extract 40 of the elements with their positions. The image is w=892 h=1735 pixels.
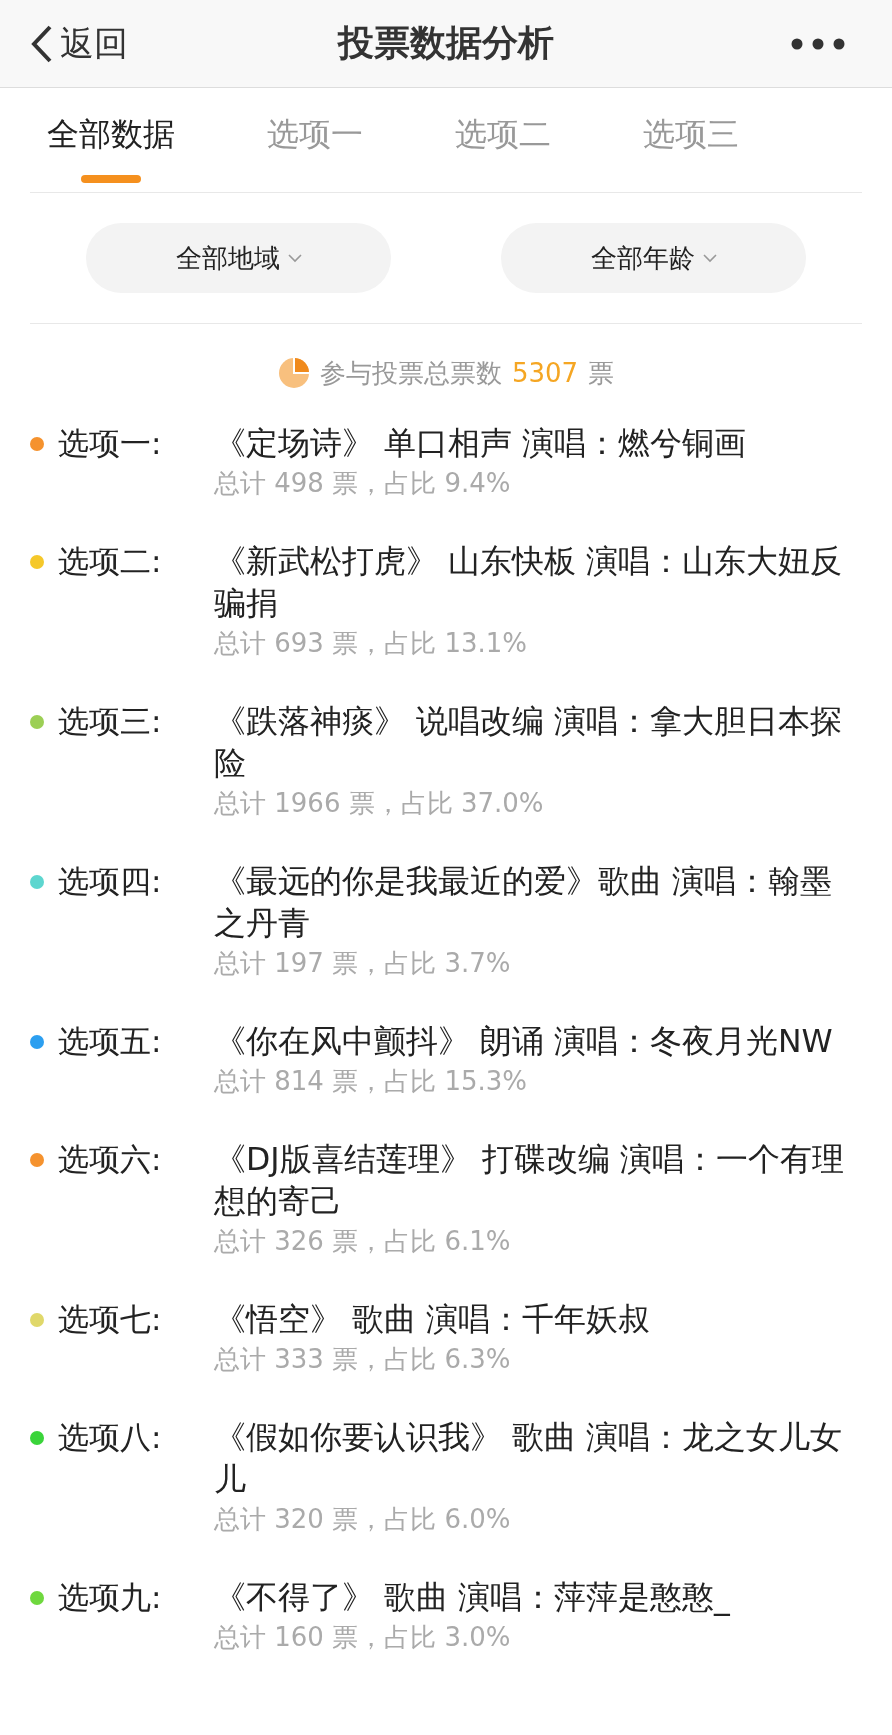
option-stats: 总计 693 票，占比 13.1% [214, 627, 528, 660]
filter-dropdown[interactable]: 全部地域 [86, 223, 391, 293]
option-stats: 总计 320 票，占比 6.0% [214, 1503, 512, 1536]
option-stats: 总计 197 票，占比 3.7% [214, 947, 512, 980]
option-title: 《新武松打虎》 山东快板 演唱：山东大妞反骗捐 [214, 542, 844, 623]
option-title: 《定场诗》 单口相声 演唱：燃兮铜画 [214, 424, 748, 463]
option-label: 选项三: [58, 702, 163, 741]
option-label: 选项五: [58, 1022, 163, 1061]
summary-label: 参与投票总票数 [319, 356, 502, 390]
option-title: 《DJ版喜结莲理》 打碟改编 演唱：一个有理想的寄己 [214, 1140, 845, 1221]
filter-dropdown[interactable]: 全部年龄 [501, 223, 806, 293]
option-title: 《假如你要认识我》 歌曲 演唱：龙之女儿女儿 [214, 1418, 844, 1499]
vote-unit: 票 [588, 356, 615, 390]
vote-total: 5307 [511, 358, 579, 388]
more-icon[interactable] [790, 36, 846, 51]
pie-chart-icon [277, 357, 310, 389]
option-title: 《最远的你是我最近的爱》歌曲 演唱：翰墨之丹青 [214, 862, 833, 943]
option-title: 《跌落神痰》 说唱改编 演唱：拿大胆日本探险 [214, 702, 844, 783]
option-title: 《悟空》 歌曲 演唱：千年妖叔 [214, 1300, 652, 1339]
option-label: 选项二: [58, 542, 163, 581]
option-label: 选项八: [58, 1418, 163, 1457]
option-label: 选项六: [58, 1140, 163, 1179]
page-title: 投票数据分析 [338, 21, 554, 65]
option-title: 《不得了》 歌曲 演唱：萍萍是憨憨_ [214, 1578, 731, 1618]
back-icon [30, 23, 54, 64]
option-title: 《你在风中颤抖》 朗诵 演唱：冬夜月光NW [214, 1022, 834, 1061]
option-stats: 总计 498 票，占比 9.4% [214, 467, 512, 500]
option-stats: 总计 160 票，占比 3.0% [214, 1621, 512, 1654]
option-label: 选项七: [58, 1300, 163, 1339]
option-stats: 总计 333 票，占比 6.3% [214, 1343, 512, 1376]
option-label: 选项一: [58, 424, 163, 463]
option-stats: 总计 1966 票，占比 37.0% [214, 787, 545, 820]
option-label: 选项四: [58, 862, 163, 901]
tab[interactable]: 全部数据 [47, 111, 175, 183]
option-stats: 总计 814 票，占比 15.3% [214, 1065, 528, 1098]
back-button[interactable]: 返回 [30, 20, 128, 67]
option-stats: 总计 326 票，占比 6.1% [214, 1225, 512, 1258]
option-label: 选项九: [58, 1578, 163, 1617]
chevron-down-icon [287, 253, 302, 263]
chevron-down-icon [702, 253, 717, 263]
